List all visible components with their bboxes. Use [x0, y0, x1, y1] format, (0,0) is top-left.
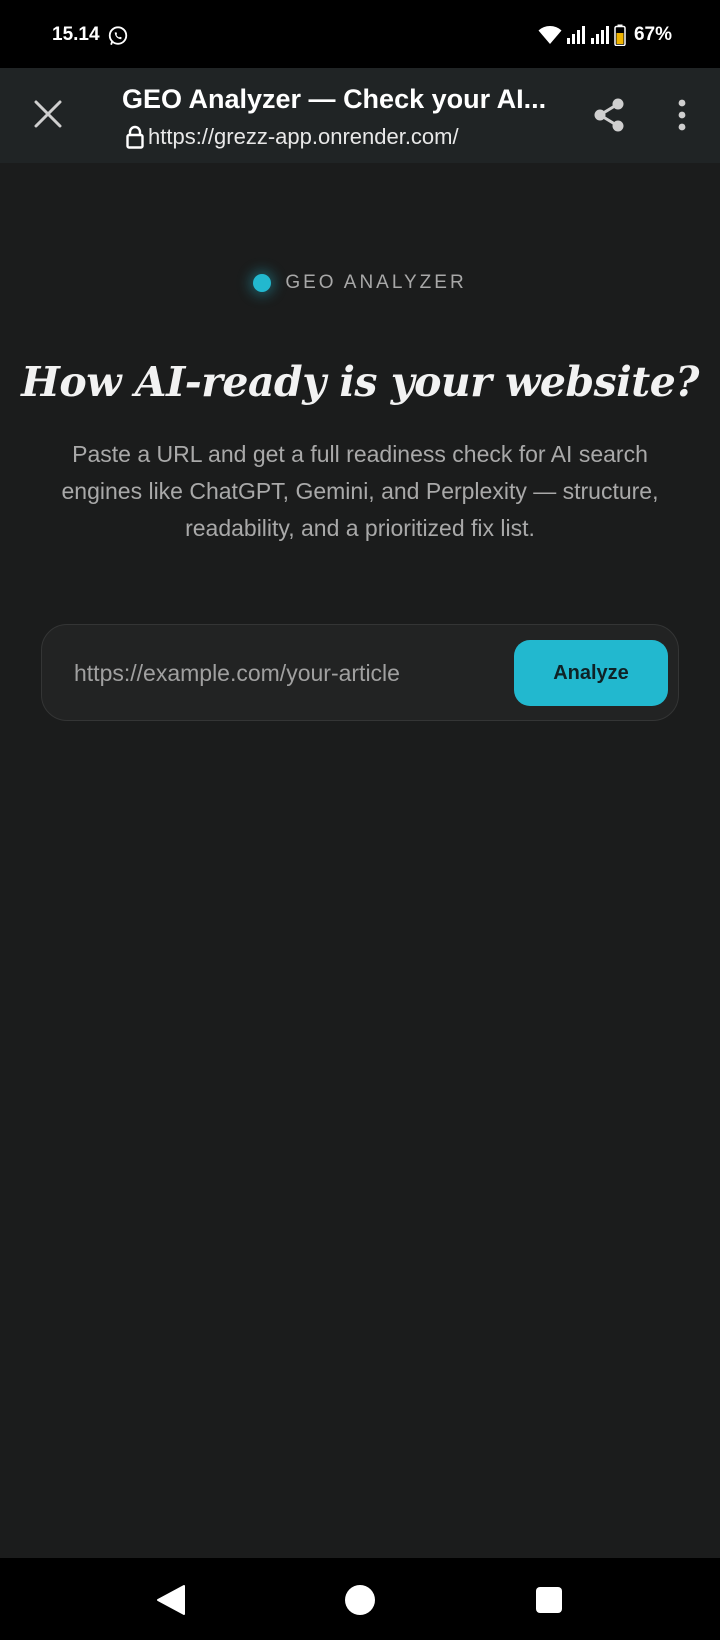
close-icon	[34, 100, 62, 128]
back-icon[interactable]	[156, 1584, 186, 1616]
analyze-button[interactable]: Analyze	[514, 640, 668, 706]
share-button[interactable]	[588, 94, 630, 136]
url-input[interactable]	[74, 649, 504, 697]
share-icon	[594, 98, 624, 132]
whatsapp-icon	[108, 26, 128, 45]
hero-subtitle: Paste a URL and get a full readiness che…	[61, 441, 659, 541]
battery-icon	[614, 24, 626, 46]
system-nav-bar	[0, 1558, 720, 1640]
page-url: https://grezz-app.onrender.com/	[148, 124, 459, 149]
home-icon[interactable]	[345, 1585, 375, 1615]
status-bar: 15.14 67%	[0, 0, 720, 68]
wifi-icon	[538, 26, 562, 44]
close-button[interactable]	[28, 92, 68, 136]
status-dot-icon	[253, 274, 272, 292]
url-row[interactable]: https://grezz-app.onrender.com/	[126, 124, 459, 150]
signal-icon	[590, 26, 609, 44]
battery-percent: 67%	[633, 24, 672, 45]
analyze-form: Analyze	[41, 624, 679, 721]
app-badge: GEO ANALYZER	[0, 272, 720, 294]
more-vert-icon	[678, 99, 686, 131]
page-title: GEO Analyzer — Check your AI...	[122, 84, 547, 114]
badge-label: GEO ANALYZER	[285, 272, 467, 293]
lock-icon	[126, 125, 144, 149]
custom-tab-toolbar: GEO Analyzer — Check your AI... https://…	[0, 68, 720, 163]
recents-icon[interactable]	[536, 1587, 562, 1613]
status-time: 15.14	[52, 24, 100, 45]
hero-headline: How AI-ready is your website?	[21, 358, 699, 406]
more-options-button[interactable]	[664, 94, 700, 136]
status-icons: 67%	[538, 22, 672, 48]
signal-icon	[566, 26, 585, 44]
